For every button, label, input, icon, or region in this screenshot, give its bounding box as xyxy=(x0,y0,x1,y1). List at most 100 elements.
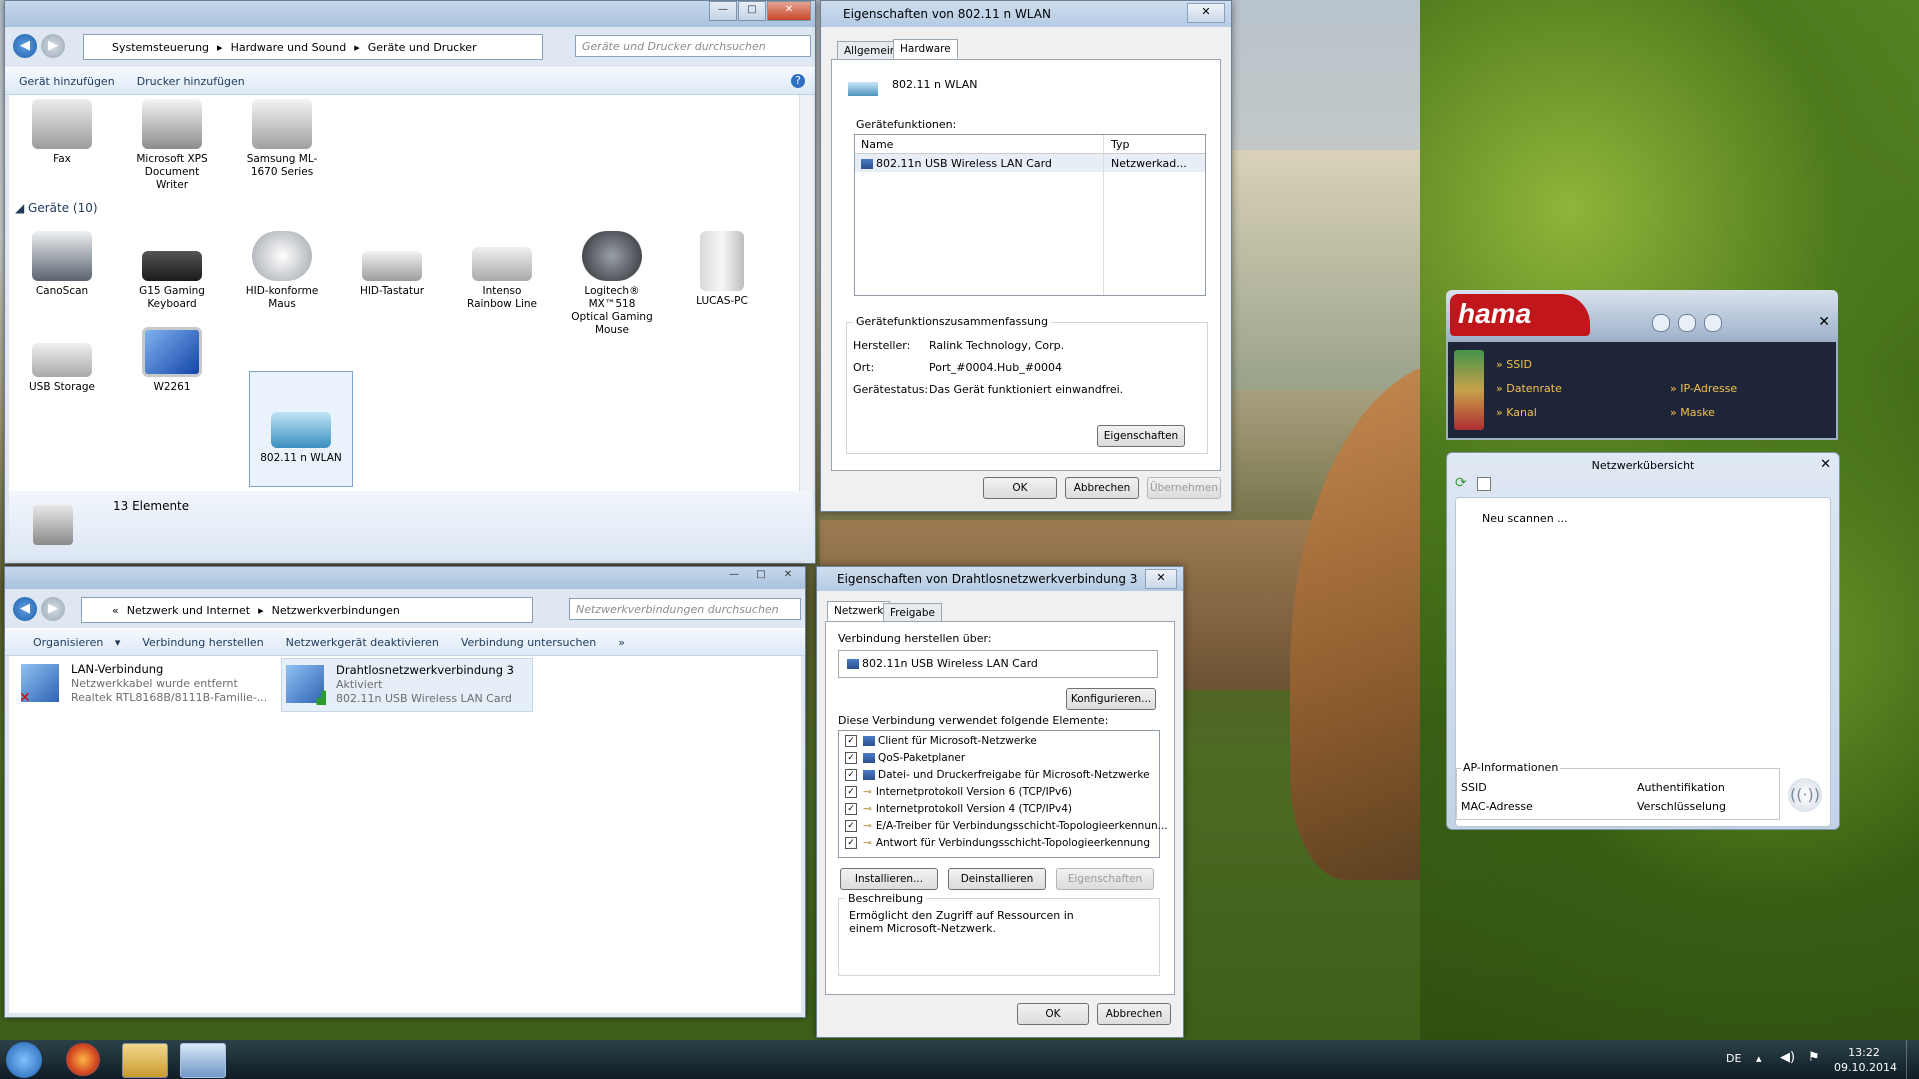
device-intenso[interactable]: Intenso Rainbow Line xyxy=(459,231,545,311)
list-item[interactable]: ✓ ⊸ E/A-Treiber für Verbindungsschicht-Top… xyxy=(845,820,1168,832)
connect-button[interactable]: Verbindung herstellen xyxy=(142,636,263,649)
list-item[interactable]: ✓ ⊸ Antwort für Verbindungsschicht-Topolog… xyxy=(845,837,1150,849)
search-input[interactable]: Geräte und Drucker durchsuchen xyxy=(575,35,811,57)
breadcrumb-1[interactable]: Netzwerkverbindungen xyxy=(272,604,400,617)
checkbox[interactable]: ✓ xyxy=(845,752,857,764)
list-item[interactable]: ✓ Datei- und Druckerfreigabe für Microsof… xyxy=(845,769,1150,781)
checkbox[interactable]: ✓ xyxy=(845,803,857,815)
breadcrumb-0[interactable]: Netzwerk und Internet xyxy=(127,604,250,617)
column-header-name[interactable]: Name xyxy=(861,138,893,151)
help-icon[interactable]: ? xyxy=(791,74,805,88)
firefox-icon[interactable] xyxy=(66,1043,100,1076)
device-lucas-pc[interactable]: LUCAS-PC xyxy=(679,231,765,308)
list-item[interactable]: ✓ Client für Microsoft-Netzwerke xyxy=(845,735,1037,747)
language-indicator[interactable]: DE xyxy=(1726,1052,1741,1065)
address-bar[interactable]: « Netzwerk und Internet ▸ Netzwerkverbind… xyxy=(81,597,533,623)
tab-network[interactable]: Netzwerk xyxy=(827,601,891,621)
forward-button[interactable]: ▶ xyxy=(41,34,65,58)
close-icon[interactable]: ✕ xyxy=(1820,457,1831,472)
hama-header[interactable]: hama ✕ xyxy=(1446,290,1838,340)
close-button[interactable]: ✕ xyxy=(775,567,801,585)
dialog-titlebar[interactable]: Eigenschaften von 802.11 n WLAN ✕ xyxy=(821,1,1231,27)
refresh-icon[interactable]: ⟳ xyxy=(1455,475,1467,491)
device-hid-keyboard[interactable]: HID-Tastatur xyxy=(349,231,435,298)
search-input[interactable]: Netzwerkverbindungen durchsuchen xyxy=(569,598,801,620)
control-panel-icon[interactable] xyxy=(180,1043,226,1078)
add-device-button[interactable]: Gerät hinzufügen xyxy=(19,75,115,88)
breadcrumb-2[interactable]: Geräte und Drucker xyxy=(368,41,477,54)
more-commands-icon[interactable]: » xyxy=(618,636,625,649)
back-button[interactable]: ◀ xyxy=(13,597,37,621)
minimize-button[interactable]: — xyxy=(709,1,737,21)
maximize-button[interactable]: □ xyxy=(748,567,774,585)
tab-hardware[interactable]: Hardware xyxy=(893,39,958,59)
column-header-type[interactable]: Typ xyxy=(1111,138,1130,151)
forward-button[interactable]: ▶ xyxy=(41,597,65,621)
add-printer-button[interactable]: Drucker hinzufügen xyxy=(137,75,245,88)
list-item[interactable]: ✓ QoS-Paketplaner xyxy=(845,752,965,764)
ok-button[interactable]: OK xyxy=(1017,1003,1089,1025)
tab-sharing[interactable]: Freigabe xyxy=(883,603,942,623)
close-button[interactable]: ✕ xyxy=(767,1,811,21)
diagnose-button[interactable]: Verbindung untersuchen xyxy=(461,636,596,649)
show-desktop-button[interactable] xyxy=(1906,1040,1919,1079)
checkbox[interactable]: ✓ xyxy=(845,820,857,832)
device-hid-mouse[interactable]: HID-konforme Maus xyxy=(239,231,325,311)
uninstall-button[interactable]: Deinstallieren xyxy=(948,868,1046,890)
configure-button[interactable]: Konfigurieren... xyxy=(1066,688,1156,710)
list-item[interactable]: ✓ ⊸ Internetprotokoll Version 4 (TCP/IPv4) xyxy=(845,803,1072,815)
back-button[interactable]: ◀ xyxy=(13,34,37,58)
devices-group-header[interactable]: ◢ Geräte (10) xyxy=(15,201,98,215)
close-button[interactable]: ✕ xyxy=(1145,569,1177,589)
device-w2261[interactable]: W2261 xyxy=(129,327,215,394)
cancel-button[interactable]: Abbrechen xyxy=(1065,477,1139,499)
device-usb-storage[interactable]: USB Storage xyxy=(19,327,105,394)
properties-button[interactable]: Eigenschaften xyxy=(1097,425,1185,447)
window-titlebar[interactable]: — □ ✕ xyxy=(5,567,805,589)
explorer-folder-icon[interactable] xyxy=(122,1043,168,1078)
volume-icon[interactable]: ◀) xyxy=(1780,1050,1795,1065)
list-item[interactable]: 802.11n USB Wireless LAN Card Netzwerkad… xyxy=(855,154,1205,172)
checkbox[interactable]: ✓ xyxy=(845,786,857,798)
device-logitech-mouse[interactable]: Logitech® MX™518 Optical Gaming Mouse xyxy=(569,231,655,337)
close-button[interactable]: ✕ xyxy=(1187,3,1225,23)
checkbox[interactable]: ✓ xyxy=(845,837,857,849)
details-icon[interactable] xyxy=(1477,477,1491,491)
tray-expand-icon[interactable]: ▴ xyxy=(1756,1052,1762,1065)
checkbox[interactable]: ✓ xyxy=(845,735,857,747)
disable-device-button[interactable]: Netzwerkgerät deaktivieren xyxy=(286,636,439,649)
device-wlan[interactable]: 802.11 n WLAN xyxy=(249,371,353,487)
apply-button[interactable]: Übernehmen xyxy=(1147,477,1221,499)
info-icon[interactable] xyxy=(1704,314,1722,332)
checkbox[interactable]: ✓ xyxy=(845,769,857,781)
list-icon[interactable] xyxy=(1678,314,1696,332)
close-icon[interactable]: ✕ xyxy=(1818,314,1830,330)
window-titlebar[interactable]: — □ ✕ xyxy=(5,1,815,27)
list-item[interactable]: ✓ ⊸ Internetprotokoll Version 6 (TCP/IPv6) xyxy=(845,786,1072,798)
action-center-flag-icon[interactable]: ⚑ xyxy=(1808,1050,1820,1065)
device-g15-keyboard[interactable]: G15 Gaming Keyboard xyxy=(129,231,215,311)
organize-button[interactable]: Organisieren ▾ xyxy=(19,636,120,649)
dialog-titlebar[interactable]: Eigenschaften von Drahtlosnetzwerkverbin… xyxy=(817,567,1183,591)
maximize-button[interactable]: □ xyxy=(738,1,766,21)
address-bar[interactable]: Systemsteuerung ▸ Hardware und Sound ▸ Ger… xyxy=(83,34,543,60)
printer-samsung[interactable]: Samsung ML-1670 Series xyxy=(239,99,325,179)
rescan-link[interactable]: Neu scannen ... xyxy=(1482,512,1568,525)
properties-button[interactable]: Eigenschaften xyxy=(1056,868,1154,890)
cancel-button[interactable]: Abbrechen xyxy=(1097,1003,1171,1025)
install-button[interactable]: Installieren... xyxy=(840,868,938,890)
breadcrumb-1[interactable]: Hardware und Sound xyxy=(231,41,347,54)
device-canoscan[interactable]: CanoScan xyxy=(19,231,105,298)
breadcrumb-0[interactable]: Systemsteuerung xyxy=(112,41,209,54)
minimize-button[interactable]: — xyxy=(721,567,747,585)
ok-button[interactable]: OK xyxy=(983,477,1057,499)
clock[interactable]: 13:22 09.10.2014 xyxy=(1834,1045,1897,1075)
connection-wlan[interactable]: ▟ Drahtlosnetzwerkverbindung 3 Aktiviert… xyxy=(281,658,533,712)
vertical-scrollbar[interactable] xyxy=(799,95,814,491)
start-button[interactable] xyxy=(6,1042,42,1078)
printer-xps[interactable]: Microsoft XPS Document Writer xyxy=(129,99,215,192)
network-list[interactable]: Neu scannen ... AP-Informationen SSID Au… xyxy=(1455,497,1831,827)
search-icon[interactable] xyxy=(1652,314,1670,332)
connection-lan[interactable]: ✕ LAN-Verbindung Netzwerkkabel wurde ent… xyxy=(17,658,267,710)
printer-fax[interactable]: Fax xyxy=(19,99,105,166)
